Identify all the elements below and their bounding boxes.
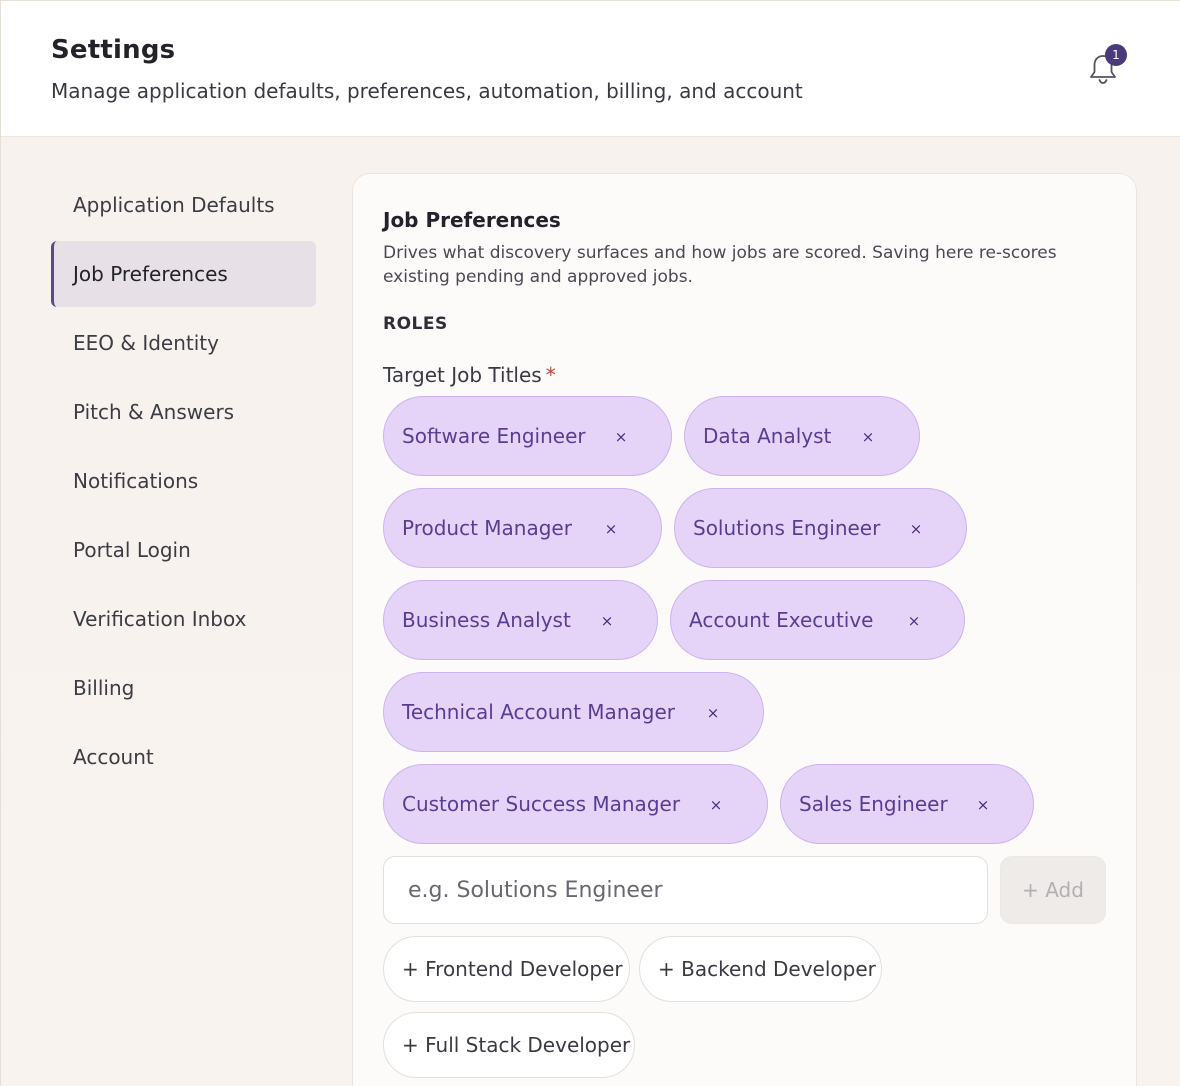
sidebar-item-portal-login[interactable]: Portal Login	[51, 517, 316, 583]
chip-label: Sales Engineer	[799, 792, 948, 816]
sidebar-item-billing[interactable]: Billing	[51, 655, 316, 721]
chip-label: Product Manager	[402, 516, 572, 540]
field-label-text: Target Job Titles	[383, 363, 542, 387]
add-title-button[interactable]: + Add	[1000, 856, 1106, 924]
chip-label: Technical Account Manager	[402, 700, 675, 724]
page-title: Settings	[51, 35, 176, 65]
job-title-chip: Account Executive ×	[670, 580, 965, 660]
job-title-chip: Sales Engineer ×	[780, 764, 1034, 844]
chip-label: Solutions Engineer	[693, 516, 881, 540]
job-title-chip: Technical Account Manager ×	[383, 672, 764, 752]
sidebar-item-job-preferences[interactable]: Job Preferences	[51, 241, 316, 307]
remove-chip-icon[interactable]: ×	[597, 611, 617, 631]
sidebar-item-eeo-identity[interactable]: EEO & Identity	[51, 310, 316, 376]
page-subtitle: Manage application defaults, preferences…	[51, 79, 803, 103]
job-title-chip: Business Analyst ×	[383, 580, 658, 660]
target-job-titles-label: Target Job Titles *	[383, 363, 556, 387]
remove-chip-icon[interactable]: ×	[601, 519, 621, 539]
job-title-chip: Product Manager ×	[383, 488, 662, 568]
chip-label: Customer Success Manager	[402, 792, 681, 816]
remove-chip-icon[interactable]: ×	[973, 795, 993, 815]
job-title-input[interactable]	[383, 856, 988, 924]
section-label-roles: ROLES	[383, 314, 448, 334]
required-marker: *	[545, 363, 556, 387]
panel-title: Job Preferences	[383, 208, 561, 232]
remove-chip-icon[interactable]: ×	[858, 427, 878, 447]
remove-chip-icon[interactable]: ×	[703, 703, 723, 723]
remove-chip-icon[interactable]: ×	[904, 611, 924, 631]
settings-sidebar: Application Defaults Job Preferences EEO…	[51, 172, 316, 793]
sidebar-item-pitch-answers[interactable]: Pitch & Answers	[51, 379, 316, 445]
job-title-chip: Data Analyst ×	[684, 396, 920, 476]
chip-label: Data Analyst	[703, 424, 832, 448]
job-title-chip: Customer Success Manager ×	[383, 764, 768, 844]
remove-chip-icon[interactable]: ×	[706, 795, 726, 815]
settings-app: Settings Manage application defaults, pr…	[0, 0, 1180, 1086]
job-title-chip: Solutions Engineer ×	[674, 488, 967, 568]
sidebar-item-notifications[interactable]: Notifications	[51, 448, 316, 514]
suggestion-frontend-developer[interactable]: + Frontend Developer	[383, 936, 630, 1002]
page-header: Settings Manage application defaults, pr…	[1, 0, 1180, 137]
notifications-button[interactable]: 1	[1088, 44, 1127, 89]
job-preferences-panel: Job Preferences Drives what discovery su…	[352, 173, 1137, 1086]
job-title-chip: Software Engineer ×	[383, 396, 672, 476]
chip-label: Business Analyst	[402, 608, 571, 632]
remove-chip-icon[interactable]: ×	[611, 427, 631, 447]
suggestion-full-stack-developer[interactable]: + Full Stack Developer	[383, 1012, 635, 1078]
remove-chip-icon[interactable]: ×	[906, 519, 926, 539]
notification-badge: 1	[1105, 44, 1127, 66]
panel-description: Drives what discovery surfaces and how j…	[383, 243, 1057, 287]
suggestion-backend-developer[interactable]: + Backend Developer	[639, 936, 882, 1002]
chip-label: Software Engineer	[402, 424, 586, 448]
chip-label: Account Executive	[689, 608, 874, 632]
sidebar-item-application-defaults[interactable]: Application Defaults	[51, 172, 316, 238]
sidebar-item-verification-inbox[interactable]: Verification Inbox	[51, 586, 316, 652]
sidebar-item-account[interactable]: Account	[51, 724, 316, 790]
